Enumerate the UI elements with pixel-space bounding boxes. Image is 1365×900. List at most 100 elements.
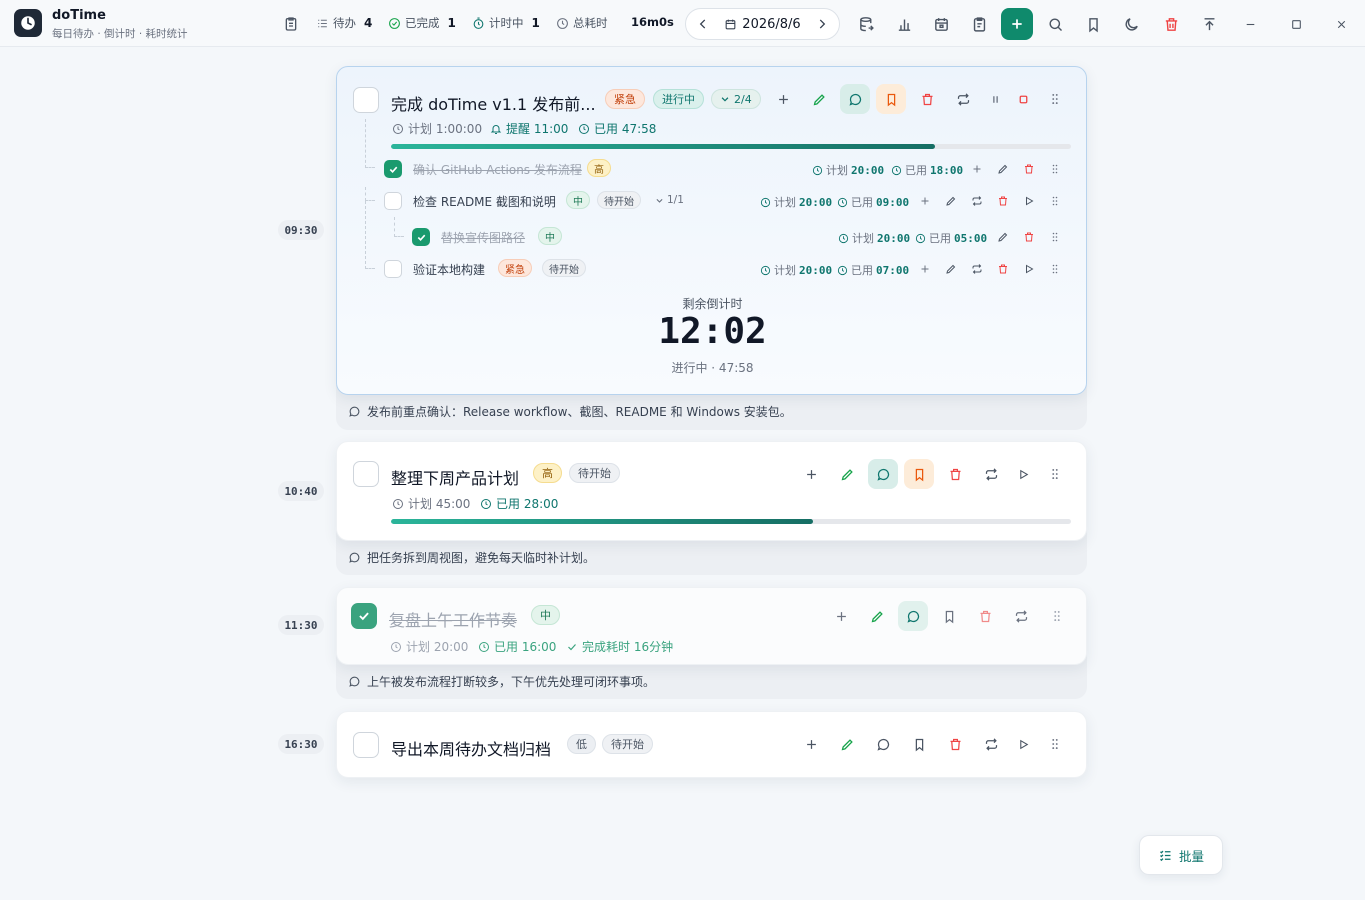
plus-icon (778, 94, 788, 104)
date-picker[interactable]: 2026/8/6 (724, 17, 801, 32)
app-header: doTime 每日待办 · 倒计时 · 耗时统计 待办 4 已完成 1 计时中 1 总… (0, 0, 1365, 47)
repeat-button[interactable] (948, 84, 978, 114)
subtask-count-badge[interactable]: 1/1 (651, 191, 688, 209)
subtask-checkbox[interactable] (384, 192, 402, 210)
repeat-icon (972, 264, 982, 274)
task-checkbox[interactable] (353, 87, 379, 113)
repeat-button[interactable] (976, 729, 1006, 759)
database-export-icon[interactable] (855, 13, 877, 35)
add-subtask-button[interactable] (915, 259, 935, 279)
task-checkbox[interactable] (353, 461, 379, 487)
drag-handle-icon[interactable] (1045, 227, 1065, 247)
drag-handle-icon[interactable] (1040, 729, 1070, 759)
subtask-count-badge[interactable]: 2/4 (711, 89, 761, 109)
task-title[interactable]: 复盘上午工作节奏 (389, 607, 517, 631)
comment-button[interactable] (868, 459, 898, 489)
comment-button[interactable] (868, 729, 898, 759)
calendar-view-icon[interactable] (930, 13, 952, 35)
task-title[interactable]: 完成 doTime v1.1 发布前... (391, 91, 596, 115)
drag-handle-icon[interactable] (1045, 191, 1065, 211)
trash-icon[interactable] (1160, 13, 1182, 35)
stat-done: 已完成 1 (388, 15, 456, 31)
bookmark-button[interactable] (904, 459, 934, 489)
subtask-title[interactable]: 验证本地构建 (413, 261, 485, 278)
chevron-left-icon[interactable] (696, 17, 710, 31)
repeat-button[interactable] (967, 191, 987, 211)
pin-top-icon[interactable] (1198, 13, 1220, 35)
delete-button[interactable] (970, 601, 1000, 631)
close-icon[interactable] (1330, 13, 1352, 35)
add-subtask-button[interactable] (826, 601, 856, 631)
edit-button[interactable] (804, 84, 834, 114)
delete-button[interactable] (1019, 227, 1039, 247)
comment-button[interactable] (840, 84, 870, 114)
subtask-title[interactable]: 确认 GitHub Actions 发布流程 (413, 161, 582, 178)
comment-icon (906, 610, 919, 623)
search-icon[interactable] (1044, 13, 1066, 35)
subtask-title[interactable]: 检查 README 截图和说明 (413, 193, 556, 210)
drag-handle-icon[interactable] (1040, 84, 1070, 114)
subtask-title[interactable]: 替换宣传图路径 (441, 229, 525, 246)
used-time: 已用 16:00 (478, 638, 556, 655)
repeat-button[interactable] (1006, 601, 1036, 631)
pencil-icon (871, 610, 883, 622)
edit-button[interactable] (993, 227, 1013, 247)
minimize-icon[interactable] (1239, 13, 1261, 35)
bookmark-button[interactable] (934, 601, 964, 631)
bookmark-icon (915, 738, 923, 751)
edit-button[interactable] (832, 729, 862, 759)
maximize-icon[interactable] (1285, 13, 1307, 35)
delete-button[interactable] (993, 191, 1013, 211)
bookmark-icon[interactable] (1082, 13, 1104, 35)
delete-button[interactable] (940, 459, 970, 489)
moon-icon[interactable] (1120, 13, 1142, 35)
task-checkbox[interactable] (351, 603, 377, 629)
drag-handle-icon[interactable] (1042, 601, 1072, 631)
add-subtask-button[interactable] (915, 191, 935, 211)
subtask-checkbox[interactable] (384, 160, 402, 178)
play-button[interactable] (1019, 191, 1039, 211)
drag-handle-icon[interactable] (1045, 159, 1065, 179)
bookmark-button[interactable] (876, 84, 906, 114)
trash-icon (1025, 232, 1033, 242)
edit-button[interactable] (862, 601, 892, 631)
document-icon[interactable] (968, 13, 990, 35)
stop-button[interactable] (1008, 84, 1038, 114)
trash-icon (999, 264, 1007, 274)
subtask-checkbox[interactable] (384, 260, 402, 278)
edit-button[interactable] (832, 459, 862, 489)
repeat-icon (1015, 609, 1027, 623)
delete-button[interactable] (1019, 159, 1039, 179)
bookmark-button[interactable] (904, 729, 934, 759)
add-task-button[interactable] (1001, 8, 1033, 40)
comment-button[interactable] (898, 601, 928, 631)
edit-button[interactable] (993, 159, 1013, 179)
batch-button[interactable]: 批量 (1139, 835, 1223, 875)
delete-button[interactable] (912, 84, 942, 114)
task-checkbox[interactable] (353, 732, 379, 758)
add-subtask-button[interactable] (796, 729, 826, 759)
drag-handle-icon[interactable] (1045, 259, 1065, 279)
repeat-button[interactable] (976, 459, 1006, 489)
add-subtask-button[interactable] (768, 84, 798, 114)
delete-button[interactable] (993, 259, 1013, 279)
delete-button[interactable] (940, 729, 970, 759)
pause-button[interactable] (980, 84, 1010, 114)
bar-chart-icon[interactable] (893, 13, 915, 35)
play-button[interactable] (1019, 259, 1039, 279)
progress-bar (391, 519, 1071, 524)
clipboard-icon[interactable] (280, 13, 302, 35)
play-button[interactable] (1008, 729, 1038, 759)
edit-button[interactable] (941, 259, 961, 279)
add-subtask-button[interactable] (967, 159, 987, 179)
repeat-button[interactable] (967, 259, 987, 279)
chevron-right-icon[interactable] (815, 17, 829, 31)
subtask-plan: 计划 20:00 (812, 162, 884, 178)
add-subtask-button[interactable] (796, 459, 826, 489)
drag-handle-icon[interactable] (1040, 459, 1070, 489)
task-title[interactable]: 整理下周产品计划 (391, 465, 519, 489)
edit-button[interactable] (941, 191, 961, 211)
subtask-checkbox[interactable] (412, 228, 430, 246)
task-title[interactable]: 导出本周待办文档归档 (391, 736, 551, 760)
play-button[interactable] (1008, 459, 1038, 489)
